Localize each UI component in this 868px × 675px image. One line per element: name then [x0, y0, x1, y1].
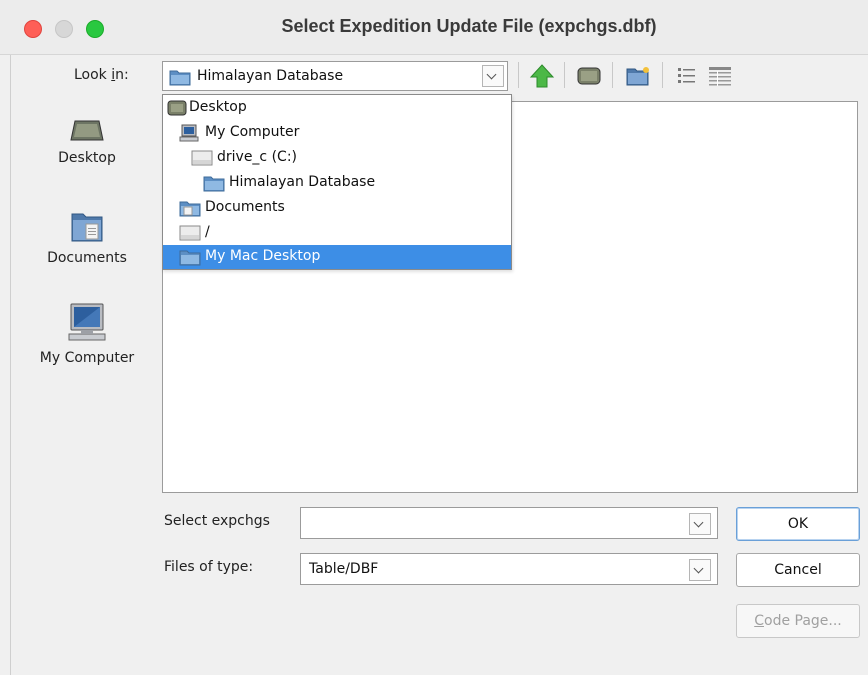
place-documents[interactable]: Documents: [32, 208, 142, 266]
file-type-label: Files of type:: [164, 559, 254, 575]
up-one-level-icon: [529, 64, 555, 88]
dropdown-item-my-computer[interactable]: My Computer: [163, 121, 511, 145]
file-dialog-window: Select Expedition Update File (expchgs.d…: [0, 0, 868, 675]
window-title: Select Expedition Update File (expchgs.d…: [281, 16, 657, 36]
cancel-button[interactable]: Cancel: [736, 553, 860, 587]
desktop-icon: [70, 120, 104, 141]
chevron-down-icon: [486, 69, 497, 80]
dropdown-item-documents[interactable]: Documents: [163, 196, 511, 220]
list-view-icon: [678, 68, 695, 83]
dropdown-item-root[interactable]: /: [163, 221, 511, 245]
documents-folder-icon: [71, 213, 103, 242]
look-in-label: Look in:: [74, 67, 129, 83]
file-type-dropdown-button[interactable]: [689, 559, 711, 581]
place-label: My Computer: [39, 350, 135, 366]
new-folder-icon: [626, 67, 649, 86]
chevron-down-icon: [693, 563, 704, 574]
ok-button[interactable]: OK: [736, 507, 860, 541]
desktop-icon: [577, 67, 601, 85]
details-view-icon: [709, 67, 731, 86]
list-view-button[interactable]: [674, 62, 702, 90]
dropdown-item-himalayan-database[interactable]: Himalayan Database: [163, 171, 511, 195]
drive-icon: [191, 150, 213, 166]
folder-icon: [179, 250, 201, 266]
dropdown-item-my-mac-desktop[interactable]: My Mac Desktop: [163, 245, 511, 269]
place-desktop[interactable]: Desktop: [32, 118, 142, 166]
title-bar: Select Expedition Update File (expchgs.d…: [0, 0, 868, 55]
desktop-button[interactable]: [575, 62, 603, 90]
toolbar-separator: [564, 62, 565, 88]
file-type-value: Table/DBF: [309, 561, 379, 577]
desktop-icon: [167, 100, 187, 116]
place-label: Desktop: [58, 150, 116, 166]
toolbar-separator: [612, 62, 613, 88]
documents-folder-icon: [179, 201, 201, 217]
computer-icon: [179, 124, 199, 142]
file-name-combo[interactable]: [300, 507, 718, 539]
chevron-down-icon: [693, 517, 704, 528]
look-in-value: Himalayan Database: [197, 68, 344, 84]
place-label: Documents: [47, 250, 127, 266]
new-folder-button[interactable]: [624, 62, 652, 90]
place-my-computer[interactable]: My Computer: [32, 302, 142, 366]
file-name-label: Select expchgs: [164, 513, 270, 529]
drive-icon: [179, 225, 201, 241]
dropdown-item-drive-c[interactable]: drive_c (C:): [163, 146, 511, 170]
look-in-dropdown-button[interactable]: [482, 65, 504, 87]
toolbar-separator: [662, 62, 663, 88]
toolbar-separator: [518, 62, 519, 88]
details-view-button[interactable]: [706, 62, 734, 90]
computer-icon: [68, 303, 106, 341]
folder-icon: [203, 176, 225, 192]
dropdown-item-desktop[interactable]: Desktop: [163, 96, 511, 120]
file-type-combo[interactable]: Table/DBF: [300, 553, 718, 585]
folder-icon: [169, 68, 191, 90]
file-name-dropdown-button[interactable]: [689, 513, 711, 535]
up-one-level-button[interactable]: [528, 62, 556, 90]
look-in-dropdown-list: Desktop My Computer drive_c (C:) Himalay…: [162, 94, 512, 270]
code-page-button[interactable]: Code Page...: [736, 604, 860, 638]
look-in-combo[interactable]: Himalayan Database: [162, 61, 508, 91]
